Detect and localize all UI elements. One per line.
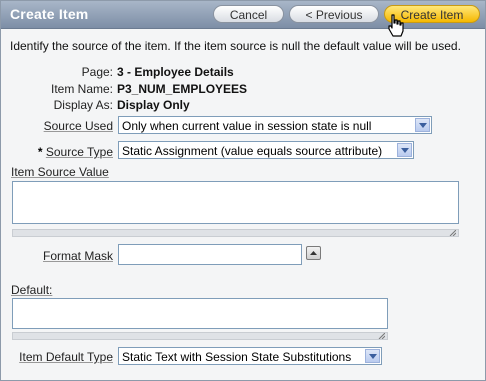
format-mask-label: Format Mask: [42, 249, 113, 263]
format-mask-popup-button[interactable]: [306, 246, 321, 260]
triangle-up-icon: [310, 251, 317, 255]
item-default-type-select[interactable]: Static Text with Session State Substitut…: [118, 347, 382, 365]
resize-grip-icon: [378, 333, 385, 339]
display-as-value: Display Only: [117, 98, 190, 112]
chevron-down-icon: [415, 118, 430, 132]
item-default-type-value: Static Text with Session State Substitut…: [122, 350, 352, 364]
source-type-label-group: * Source Type: [38, 145, 113, 159]
item-default-type-label: Item Default Type: [19, 350, 113, 364]
intro-text: Identify the source of the item. If the …: [10, 39, 461, 53]
display-as-label: Display As:: [53, 98, 113, 112]
title-bar: Create Item Cancel < Previous Create Ite…: [1, 1, 485, 29]
chevron-down-icon: [365, 349, 380, 363]
cancel-button[interactable]: Cancel: [213, 5, 284, 23]
page-value: 3 - Employee Details: [117, 65, 234, 79]
hand-pointer-icon: [388, 14, 404, 37]
dialog-title: Create Item: [10, 6, 89, 22]
source-used-label: Source Used: [43, 119, 113, 133]
source-type-label: Source Type: [45, 145, 113, 159]
source-used-select[interactable]: Only when current value in session state…: [118, 116, 432, 134]
item-name-label: Item Name:: [50, 82, 113, 96]
previous-button[interactable]: < Previous: [289, 5, 379, 23]
page-label: Page:: [81, 65, 113, 79]
item-source-resize-bar[interactable]: [12, 229, 459, 237]
source-type-value: Static Assignment (value equals source a…: [122, 144, 383, 158]
item-name-value: P3_NUM_EMPLOYEES: [117, 82, 248, 96]
default-label: Default:: [11, 283, 53, 297]
required-marker: *: [37, 145, 43, 159]
source-used-value: Only when current value in session state…: [122, 119, 372, 133]
default-resize-bar[interactable]: [12, 332, 388, 340]
chevron-down-icon: [397, 143, 412, 157]
item-source-value-textarea[interactable]: [12, 181, 459, 224]
resize-grip-icon: [449, 230, 456, 236]
default-textarea[interactable]: [12, 298, 388, 329]
source-type-select[interactable]: Static Assignment (value equals source a…: [118, 141, 414, 159]
item-source-value-label: Item Source Value: [11, 165, 109, 179]
format-mask-input[interactable]: [118, 244, 302, 265]
create-item-dialog: Create Item Cancel < Previous Create Ite…: [0, 0, 486, 381]
